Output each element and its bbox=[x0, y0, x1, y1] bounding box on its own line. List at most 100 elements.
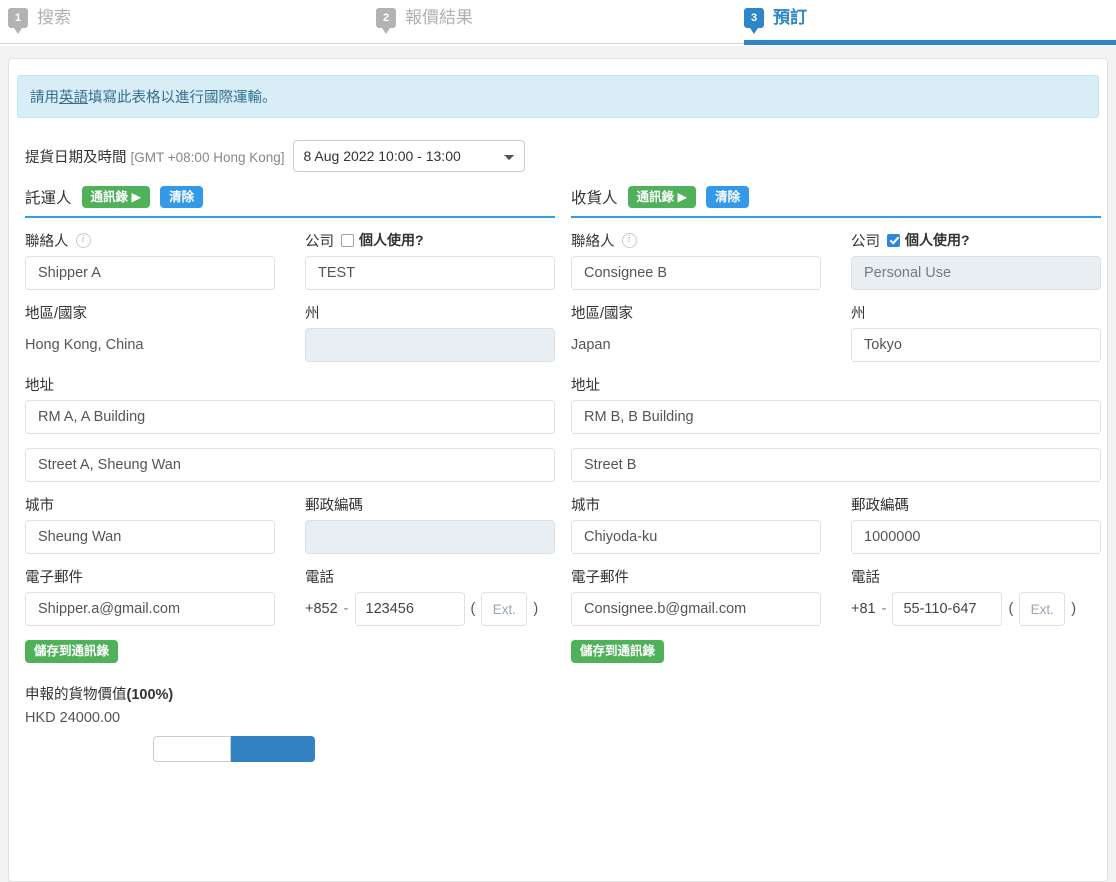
consignee-phone-label: 電話 bbox=[851, 569, 880, 586]
step-progress-indicator bbox=[744, 40, 1116, 45]
consignee-column: 收貨人 通訊錄 ▶ 清除 聯絡人 i 公司 bbox=[563, 186, 1109, 663]
consignee-clear-button[interactable]: 清除 bbox=[706, 186, 750, 209]
shipper-city-label: 城市 bbox=[25, 497, 54, 514]
declared-value-apply-button[interactable] bbox=[231, 735, 315, 762]
parties-columns: 託運人 通訊錄 ▶ 清除 聯絡人 i 公司 bbox=[17, 186, 1101, 663]
step-3-booking[interactable]: 3 預訂 bbox=[744, 8, 807, 34]
shipper-phone-group: +852 - ( ) bbox=[305, 592, 555, 627]
shipper-phone-separator: - bbox=[343, 601, 349, 618]
step-1-label: 搜索 bbox=[37, 8, 71, 27]
consignee-address-field: 地址 bbox=[571, 372, 1101, 483]
shipper-personal-use-label: 個人使用? bbox=[359, 232, 424, 249]
shipper-phone-label-wrap: 電話 bbox=[305, 564, 555, 588]
consignee-email-label-wrap: 電子郵件 bbox=[571, 564, 821, 588]
shipper-email-input[interactable] bbox=[25, 592, 275, 627]
info-icon[interactable]: i bbox=[75, 232, 91, 248]
consignee-personal-use-toggle[interactable]: 個人使用? bbox=[887, 230, 970, 250]
shipper-city-input[interactable] bbox=[25, 520, 275, 555]
consignee-phone-input[interactable] bbox=[892, 592, 1003, 627]
consignee-company-input bbox=[851, 256, 1101, 291]
consignee-header: 收貨人 通訊錄 ▶ 清除 bbox=[571, 186, 1101, 219]
shipper-clear-button[interactable]: 清除 bbox=[160, 186, 204, 209]
consignee-postal-input[interactable] bbox=[851, 520, 1101, 555]
english-link[interactable]: 英語 bbox=[59, 90, 88, 106]
shipper-contact-company-row: 聯絡人 i 公司 個人使用? bbox=[25, 228, 555, 291]
consignee-postal-label: 郵政編碼 bbox=[851, 497, 909, 514]
consignee-personal-use-checkbox[interactable] bbox=[887, 233, 900, 247]
consignee-save-to-address-book-button[interactable]: 儲存到通訊錄 bbox=[571, 640, 665, 663]
shipper-postal-label: 郵政編碼 bbox=[305, 497, 363, 514]
english-form-notice: 請用英語填寫此表格以進行國際運輸。 bbox=[17, 75, 1099, 118]
consignee-contact-input[interactable] bbox=[571, 256, 821, 291]
consignee-address-row: 地址 bbox=[571, 372, 1101, 483]
consignee-contact-label-wrap: 聯絡人 i bbox=[571, 228, 821, 252]
consignee-company-label: 公司 bbox=[851, 233, 880, 250]
shipper-phone-ext-input[interactable] bbox=[481, 592, 528, 627]
shipper-address-line1-input[interactable] bbox=[25, 400, 555, 435]
consignee-city-input[interactable] bbox=[571, 520, 821, 555]
declared-value-controls bbox=[25, 735, 1091, 762]
shipper-phone-label: 電話 bbox=[305, 569, 334, 586]
consignee-postal-label-wrap: 郵政編碼 bbox=[851, 492, 1101, 516]
step-2-number: 2 bbox=[376, 8, 396, 34]
pickup-label-text: 提貨日期及時間 bbox=[25, 149, 127, 166]
shipper-company-field: 公司 個人使用? bbox=[305, 228, 555, 291]
consignee-phone-label-wrap: 電話 bbox=[851, 564, 1101, 588]
step-3-number: 3 bbox=[744, 8, 764, 34]
shipper-contact-input[interactable] bbox=[25, 256, 275, 291]
shipper-header: 託運人 通訊錄 ▶ 清除 bbox=[25, 186, 555, 219]
consignee-address-book-button[interactable]: 通訊錄 ▶ bbox=[627, 186, 697, 209]
step-1-search[interactable]: 1 搜索 bbox=[8, 8, 71, 34]
shipper-city-field: 城市 bbox=[25, 492, 275, 555]
consignee-state-input[interactable] bbox=[851, 328, 1101, 363]
shipper-personal-use-checkbox[interactable] bbox=[341, 233, 354, 247]
consignee-personal-use-label: 個人使用? bbox=[905, 232, 970, 249]
shipper-address-field: 地址 bbox=[25, 372, 555, 483]
consignee-email-input[interactable] bbox=[571, 592, 821, 627]
shipper-company-label: 公司 bbox=[305, 233, 334, 250]
consignee-paren-close: ) bbox=[1071, 601, 1077, 618]
pickup-label: 提貨日期及時間 [GMT +08:00 Hong Kong] bbox=[25, 146, 285, 167]
consignee-city-postal-row: 城市 郵政編碼 bbox=[571, 492, 1101, 555]
consignee-contact-label: 聯絡人 bbox=[571, 233, 615, 250]
shipper-email-label-wrap: 電子郵件 bbox=[25, 564, 275, 588]
shipper-phone-country-code: +852 bbox=[305, 601, 338, 618]
step-2-quote-results[interactable]: 2 報價結果 bbox=[376, 8, 473, 34]
shipper-paren-close: ) bbox=[533, 601, 539, 618]
shipper-address-line2-input[interactable] bbox=[25, 448, 555, 483]
shipper-postal-field: 郵政編碼 bbox=[305, 492, 555, 555]
shipper-personal-use-toggle[interactable]: 個人使用? bbox=[341, 230, 424, 250]
consignee-phone-country-code: +81 bbox=[851, 601, 876, 618]
consignee-company-field: 公司 個人使用? bbox=[851, 228, 1101, 291]
shipper-city-label-wrap: 城市 bbox=[25, 492, 275, 516]
consignee-phone-ext-input[interactable] bbox=[1019, 592, 1066, 627]
declared-value-input[interactable] bbox=[153, 735, 231, 762]
consignee-save-row: 儲存到通訊錄 bbox=[571, 640, 1101, 663]
consignee-region-label-wrap: 地區/國家 bbox=[571, 300, 821, 324]
shipper-postal-input bbox=[305, 520, 555, 555]
pickup-timezone: [GMT +08:00 Hong Kong] bbox=[130, 149, 285, 165]
shipper-contact-field: 聯絡人 i bbox=[25, 228, 275, 291]
info-icon[interactable]: i bbox=[621, 232, 637, 248]
shipper-region-state-row: 地區/國家 Hong Kong, China 州 bbox=[25, 300, 555, 363]
consignee-address-line1-input[interactable] bbox=[571, 400, 1101, 435]
shipper-email-label: 電子郵件 bbox=[25, 569, 83, 586]
pickup-datetime-select[interactable]: 8 Aug 2022 10:00 - 13:00 bbox=[292, 140, 525, 172]
shipper-save-to-address-book-button[interactable]: 儲存到通訊錄 bbox=[25, 640, 119, 663]
declared-value-title: 申報的貨物價值(100%) bbox=[25, 683, 1091, 704]
consignee-address-label-wrap: 地址 bbox=[571, 372, 1101, 396]
shipper-address-book-button[interactable]: 通訊錄 ▶ bbox=[81, 186, 151, 209]
shipper-state-label: 州 bbox=[305, 305, 320, 322]
step-2-label: 報價結果 bbox=[405, 8, 473, 27]
shipper-region-label-wrap: 地區/國家 bbox=[25, 300, 275, 324]
shipper-email-phone-row: 電子郵件 電話 +852 - ( bbox=[25, 564, 555, 627]
step-3-label: 預訂 bbox=[773, 8, 807, 27]
shipper-save-row: 儲存到通訊錄 bbox=[25, 640, 555, 663]
shipper-contact-label: 聯絡人 bbox=[25, 233, 69, 250]
consignee-phone-field: 電話 +81 - ( ) bbox=[851, 564, 1101, 627]
shipper-state-field: 州 bbox=[305, 300, 555, 363]
shipper-state-input bbox=[305, 328, 555, 363]
consignee-address-line2-input[interactable] bbox=[571, 448, 1101, 483]
shipper-company-input[interactable] bbox=[305, 256, 555, 291]
shipper-phone-input[interactable] bbox=[354, 592, 465, 627]
